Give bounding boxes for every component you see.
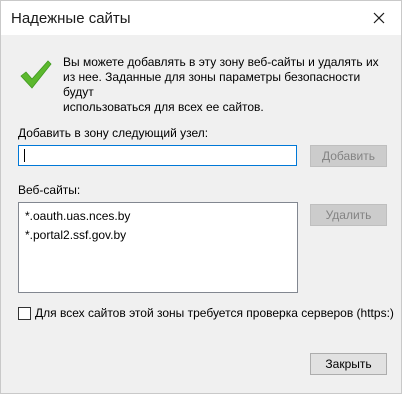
title-bar: Надежные сайты bbox=[1, 1, 401, 35]
text-caret bbox=[24, 149, 25, 162]
add-site-label: Добавить в зону следующий узел: bbox=[18, 126, 209, 140]
close-window-button[interactable] bbox=[357, 1, 401, 35]
dialog-title: Надежные сайты bbox=[11, 10, 131, 27]
add-site-input[interactable] bbox=[18, 145, 297, 166]
info-text: Вы можете добавлять в эту зону веб-сайты… bbox=[63, 55, 379, 114]
remove-button[interactable]: Удалить bbox=[310, 204, 387, 226]
close-button[interactable]: Закрыть bbox=[310, 353, 387, 375]
list-item[interactable]: *.oauth.uas.nces.by bbox=[25, 207, 297, 226]
list-item[interactable]: *.portal2.ssf.gov.by bbox=[25, 226, 297, 245]
dialog-content: Вы можете добавлять в эту зону веб-сайты… bbox=[1, 35, 401, 393]
close-icon bbox=[373, 12, 385, 24]
checkmark-icon bbox=[20, 60, 52, 89]
websites-list[interactable]: *.oauth.uas.nces.by *.portal2.ssf.gov.by bbox=[18, 202, 298, 293]
add-button[interactable]: Добавить bbox=[310, 145, 387, 167]
websites-label: Веб-сайты: bbox=[18, 183, 81, 197]
trusted-sites-dialog: Надежные сайты Вы можете добавлять в эту… bbox=[0, 0, 402, 394]
https-check-row[interactable]: Для всех сайтов этой зоны требуется пров… bbox=[18, 305, 394, 321]
https-checkbox[interactable] bbox=[18, 306, 31, 320]
https-check-label: Для всех сайтов этой зоны требуется пров… bbox=[35, 306, 394, 320]
